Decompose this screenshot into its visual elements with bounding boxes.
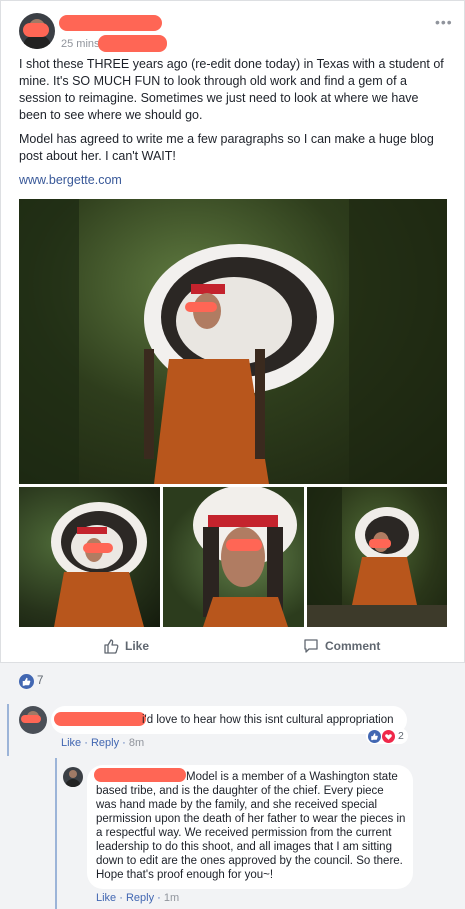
author-avatar[interactable] <box>19 13 55 49</box>
like-button[interactable]: Like <box>103 630 149 662</box>
comment-icon <box>304 639 318 653</box>
reply-reply-link[interactable]: Reply <box>126 892 154 904</box>
photo-thumb-3[interactable] <box>307 487 447 627</box>
thread-line <box>7 704 9 756</box>
post-body: I shot these THREE years ago (re-edit do… <box>19 56 449 172</box>
reply-author-redaction <box>94 768 186 782</box>
like-label: Like <box>125 639 150 653</box>
post-actions: Like Comment <box>0 630 465 662</box>
reaction-count: 7 <box>37 675 44 687</box>
more-options-icon[interactable]: ••• <box>435 14 453 30</box>
reply-thread-line <box>55 758 57 909</box>
reply-text: Model is a member of a Washington state … <box>96 770 406 882</box>
reply-bubble: Model is a member of a Washington state … <box>87 765 413 889</box>
photo-main[interactable] <box>19 199 447 484</box>
author-name-redaction <box>59 15 162 31</box>
reply-actions: Like · Reply · 1m <box>96 892 180 904</box>
post-timestamp[interactable]: 25 mins <box>61 38 100 50</box>
post-paragraph-2: Model has agreed to write me a few parag… <box>19 132 434 163</box>
commenter-avatar[interactable] <box>19 706 47 734</box>
post-paragraph-1: I shot these THREE years ago (re-edit do… <box>19 57 444 122</box>
reply-body: Model is a member of a Washington state … <box>96 771 406 881</box>
reply-time[interactable]: 1m <box>164 892 179 904</box>
meta-redaction <box>98 35 167 52</box>
comment-reactions[interactable]: 2 <box>366 728 408 744</box>
reactions-summary[interactable]: 7 <box>0 663 465 702</box>
like-reaction-icon <box>368 729 381 743</box>
photo-main-art <box>19 199 447 484</box>
photo-thumb-1[interactable] <box>19 487 160 627</box>
comment-text: i'd love to hear how this isnt cultural … <box>142 714 394 726</box>
commenter-name-redaction <box>54 712 146 726</box>
comment-actions: Like · Reply · 8m <box>61 737 145 749</box>
comment-reaction-count: 2 <box>398 730 404 742</box>
reply-author-avatar[interactable] <box>63 767 83 787</box>
love-reaction-icon <box>382 729 395 743</box>
comment-label: Comment <box>325 639 381 653</box>
reply-like-link[interactable]: Like <box>96 892 116 904</box>
photo-thumb-2[interactable] <box>163 487 304 627</box>
comment-time[interactable]: 8m <box>129 737 144 749</box>
comment-bubble: i'd love to hear how this isnt cultural … <box>51 706 407 734</box>
comment-reply-link[interactable]: Reply <box>91 737 119 749</box>
thumbs-up-icon <box>104 639 119 654</box>
post-link[interactable]: www.bergette.com <box>19 173 122 187</box>
like-reaction-icon <box>19 674 34 689</box>
comment-like-link[interactable]: Like <box>61 737 81 749</box>
comment-button[interactable]: Comment <box>303 630 380 662</box>
